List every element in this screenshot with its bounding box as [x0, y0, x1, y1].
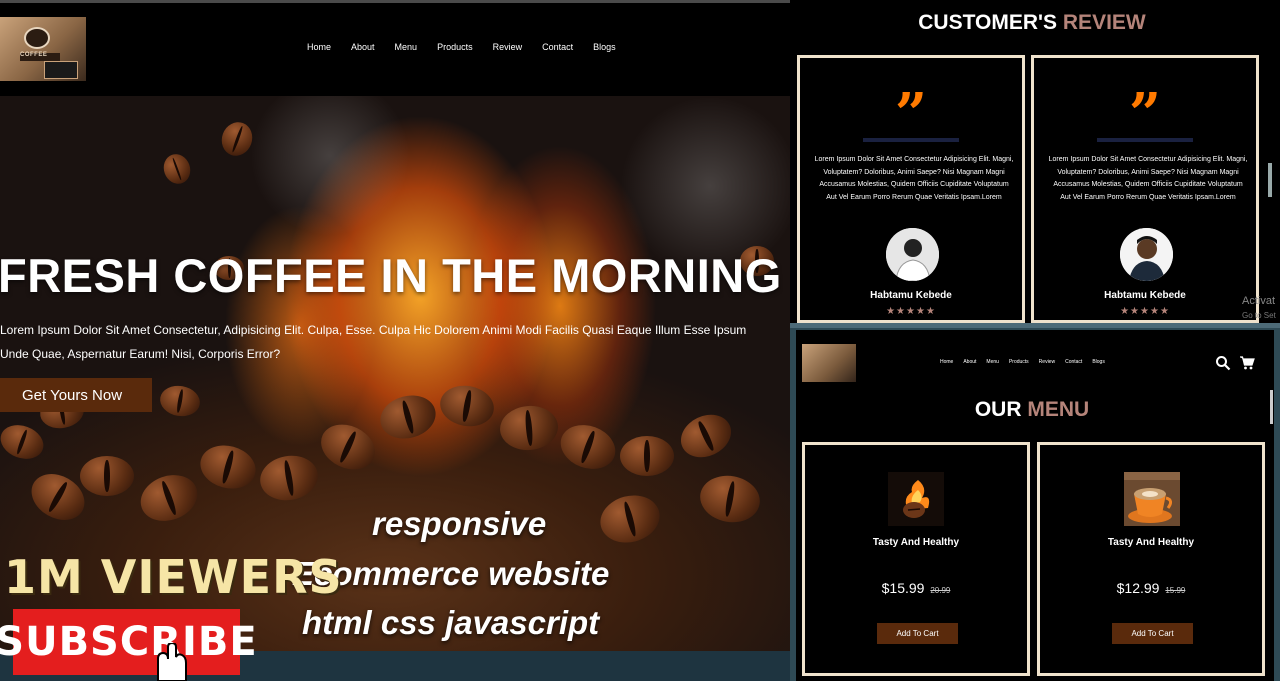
- review-divider: [1097, 138, 1193, 142]
- reviewer-name: Habtamu Kebede: [1104, 290, 1186, 301]
- nav-link-contact[interactable]: Contact: [542, 42, 573, 52]
- windows-activation-notice: Activat: [1242, 295, 1276, 307]
- hero-description-line: Lorem Ipsum Dolor Sit Amet Consectetur, …: [0, 323, 747, 337]
- nav-link-contact[interactable]: Contact: [1065, 359, 1082, 365]
- nav-link-menu[interactable]: Menu: [986, 359, 999, 365]
- cart-icon[interactable]: [1239, 355, 1255, 371]
- navbar: COFFEE Home About Menu Products Review C…: [0, 3, 790, 96]
- search-icon[interactable]: [1215, 355, 1231, 371]
- coffee-cup-icon: [24, 27, 50, 49]
- coffee-bean: [134, 467, 204, 529]
- coffee-bean: [256, 451, 322, 505]
- nav-link-review[interactable]: Review: [493, 42, 523, 52]
- coffee-bean: [159, 150, 195, 188]
- review-card: ” Lorem Ipsum Dolor Sit Amet Consectetur…: [797, 55, 1025, 323]
- add-to-cart-button[interactable]: Add To Cart: [1112, 623, 1193, 644]
- coffee-bean: [673, 406, 739, 466]
- current-price: $12.99: [1116, 580, 1160, 596]
- nav-link-menu[interactable]: Menu: [395, 42, 418, 52]
- menu-item-card: Tasty And Healthy $12.99 15.99 Add To Ca…: [1037, 442, 1265, 676]
- reviews-title: CUSTOMER'S REVIEW: [790, 11, 1274, 35]
- review-divider: [863, 138, 959, 142]
- screenshot-collage: COFFEE Home About Menu Products Review C…: [0, 0, 1280, 681]
- hero-title: FRESH COFFEE IN THE MORNING: [0, 249, 782, 302]
- promo-line-tech: html css javascript: [302, 604, 600, 641]
- coffee-bean: [195, 439, 261, 495]
- menu-title-main: OUR: [974, 398, 1022, 421]
- coffee-bean: [620, 436, 674, 476]
- coffee-bean: [375, 389, 441, 445]
- nav-link-blogs[interactable]: Blogs: [1092, 359, 1105, 365]
- nav-link-blogs[interactable]: Blogs: [593, 42, 616, 52]
- menu-title-accent: MENU: [1027, 398, 1090, 421]
- review-text: Lorem Ipsum Dolor Sit Amet Consectetur A…: [814, 156, 1014, 201]
- avatar: [1120, 228, 1173, 281]
- menu-item-price: $15.99 20.99: [805, 580, 1027, 596]
- review-text: Lorem Ipsum Dolor Sit Amet Consectetur A…: [1048, 156, 1248, 201]
- promo-line-responsive: responsive: [372, 505, 547, 542]
- menu-item-name: Tasty And Healthy: [1107, 537, 1195, 548]
- person-avatar-icon: [886, 228, 939, 281]
- menu-window: Home About Menu Products Review Contact …: [790, 323, 1280, 681]
- coffee-bean: [80, 456, 134, 496]
- coffee-bean: [595, 489, 665, 549]
- smoke: [250, 96, 410, 236]
- menu-page: Home About Menu Products Review Contact …: [796, 330, 1274, 681]
- current-price: $15.99: [881, 580, 925, 596]
- site-logo[interactable]: [802, 344, 856, 382]
- subscribe-banner[interactable]: SUBSCRIBE: [0, 609, 257, 675]
- menu-item-price: $12.99 15.99: [1040, 580, 1262, 596]
- avatar: [886, 228, 939, 281]
- coffee-bean: [157, 382, 203, 420]
- hero-description: Lorem Ipsum Dolor Sit Amet Consectetur, …: [0, 318, 790, 366]
- reviews-window: CUSTOMER'S REVIEW ” Lorem Ipsum Dolor Si…: [790, 0, 1280, 323]
- star-rating: ★★★★★: [886, 306, 936, 317]
- nav-links: Home About Menu Products Review Contact …: [307, 42, 636, 52]
- old-price: 20.99: [930, 586, 951, 595]
- reviews-title-accent: REVIEW: [1062, 11, 1146, 34]
- coffee-bean: [498, 403, 560, 453]
- window-title-bar: [790, 323, 1280, 328]
- menu-title: OUR MENU: [796, 398, 1268, 422]
- coffee-bean: [696, 471, 764, 527]
- hero-description-line: Unde Quae, Aspernatur Earum! Nisi, Corpo…: [0, 347, 281, 361]
- viewers-badge: 1M VIEWERS: [4, 550, 343, 604]
- person-avatar-icon: [1120, 228, 1173, 281]
- nav-link-products[interactable]: Products: [437, 42, 473, 52]
- nav-link-home[interactable]: Home: [940, 359, 953, 365]
- coffee-bean: [554, 417, 622, 477]
- nav-link-home[interactable]: Home: [307, 42, 331, 52]
- coffee-cup-image: [1124, 472, 1180, 526]
- coffee-bean: [436, 381, 498, 431]
- review-card: ” Lorem Ipsum Dolor Sit Amet Consectetur…: [1031, 55, 1259, 323]
- pointer-hand-icon: [157, 643, 187, 681]
- coffee-bean: [313, 416, 383, 478]
- quote-icon: ”: [1128, 81, 1162, 147]
- menu-item-name: Tasty And Healthy: [872, 537, 960, 548]
- quote-icon: ”: [894, 81, 928, 147]
- coffee-bean-fire-image: [888, 472, 944, 526]
- reviews-title-main: CUSTOMER'S: [918, 11, 1058, 34]
- nav-links: Home About Menu Products Review Contact …: [940, 359, 1115, 365]
- reviewer-name: Habtamu Kebede: [870, 290, 952, 301]
- get-yours-now-button[interactable]: Get Yours Now: [0, 378, 152, 412]
- nav-link-about[interactable]: About: [351, 42, 375, 52]
- logo-card: [44, 61, 78, 79]
- scrollbar-thumb[interactable]: [1270, 390, 1273, 424]
- windows-activation-subnotice: Go to Set: [1242, 311, 1276, 320]
- logo-text: COFFEE: [20, 52, 48, 58]
- star-rating: ★★★★★: [1120, 306, 1170, 317]
- add-to-cart-button[interactable]: Add To Cart: [877, 623, 958, 644]
- site-logo[interactable]: COFFEE: [0, 17, 86, 81]
- nav-link-review[interactable]: Review: [1039, 359, 1055, 365]
- coffee-bean: [0, 419, 49, 465]
- menu-item-card: Tasty And Healthy $15.99 20.99 Add To Ca…: [802, 442, 1030, 676]
- nav-link-products[interactable]: Products: [1009, 359, 1029, 365]
- hero-window: COFFEE Home About Menu Products Review C…: [0, 0, 790, 681]
- scrollbar-thumb[interactable]: [1268, 163, 1272, 197]
- nav-link-about[interactable]: About: [963, 359, 976, 365]
- old-price: 15.99: [1165, 586, 1186, 595]
